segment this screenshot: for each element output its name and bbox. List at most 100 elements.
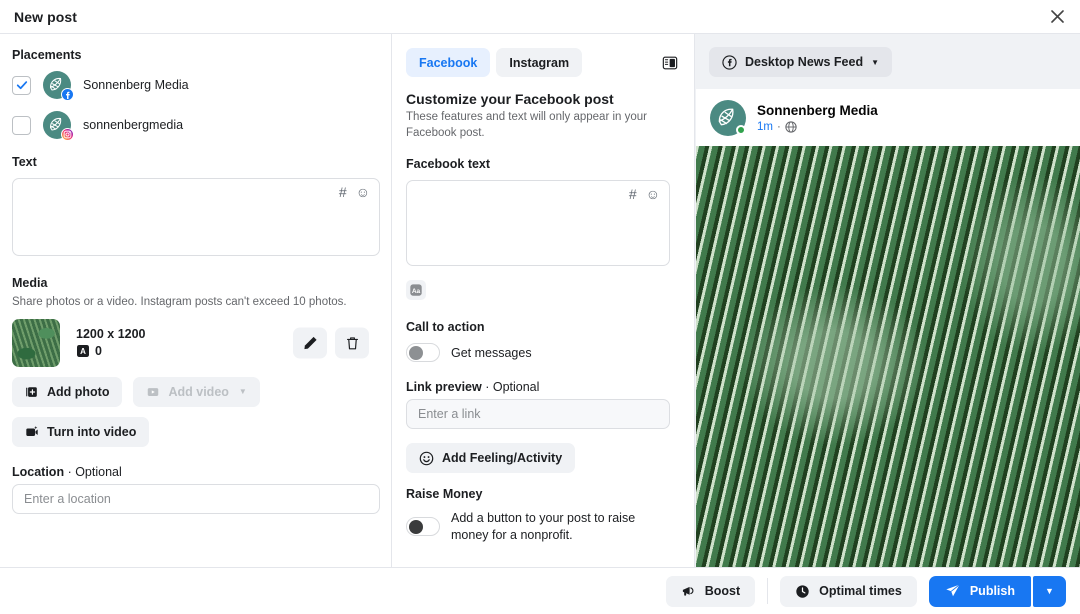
send-icon bbox=[946, 584, 960, 597]
placement-checkbox-instagram[interactable] bbox=[12, 115, 31, 135]
turn-into-video-row: Turn into video bbox=[12, 416, 379, 447]
preview-panel: Desktop News Feed ▼ Sonnenberg Media 1m … bbox=[695, 34, 1080, 567]
chevron-down-icon: ▼ bbox=[871, 57, 880, 67]
instagram-badge-icon bbox=[61, 128, 74, 141]
alt-count-value: 0 bbox=[95, 344, 102, 359]
preview-toolbar: Desktop News Feed ▼ bbox=[695, 34, 1080, 89]
platform-tabs: Facebook Instagram bbox=[406, 48, 680, 77]
hashtag-icon[interactable]: # bbox=[629, 187, 637, 201]
location-title-text: Location bbox=[12, 464, 65, 479]
online-status-dot bbox=[736, 125, 746, 135]
dialog-header: New post bbox=[0, 0, 1080, 34]
hashtag-icon[interactable]: # bbox=[339, 185, 347, 199]
composer-left-panel: Placements Sonnenberg Media sonnenbergme… bbox=[0, 34, 392, 567]
text-input-area[interactable]: # ☺ bbox=[12, 178, 380, 256]
add-video-button[interactable]: Add video ▼ bbox=[133, 376, 260, 407]
placement-checkbox-facebook[interactable] bbox=[12, 75, 31, 95]
publish-options-caret[interactable]: ▼ bbox=[1033, 575, 1066, 607]
tab-instagram[interactable]: Instagram bbox=[496, 48, 583, 77]
add-video-icon bbox=[148, 387, 159, 396]
fb-text-tools: # ☺ bbox=[629, 187, 660, 201]
avatar bbox=[43, 111, 74, 141]
media-thumbnail[interactable] bbox=[12, 318, 60, 367]
media-actions bbox=[293, 327, 369, 359]
cta-toggle-row: Get messages bbox=[406, 343, 680, 363]
preview-timestamp: 1m bbox=[757, 120, 773, 133]
raise-money-title: Raise Money bbox=[406, 487, 483, 502]
composer-mid-panel: Facebook Instagram Customize your Facebo… bbox=[392, 34, 695, 567]
check-icon bbox=[16, 81, 27, 90]
add-photo-button[interactable]: Add photo bbox=[12, 376, 123, 407]
media-description: Share photos or a video. Instagram posts… bbox=[12, 296, 347, 308]
footer-divider bbox=[767, 578, 769, 604]
preview-post-card: Sonnenberg Media 1m · bbox=[696, 89, 1080, 567]
facebook-text-input-area[interactable]: # ☺ bbox=[406, 180, 670, 267]
text-section-title: Text bbox=[12, 155, 37, 169]
trash-icon[interactable] bbox=[335, 327, 369, 359]
placement-row-instagram[interactable]: sonnenbergmedia bbox=[12, 111, 379, 141]
emoji-icon[interactable]: ☺ bbox=[356, 185, 370, 199]
close-icon[interactable] bbox=[1044, 4, 1070, 30]
edit-pencil-icon[interactable] bbox=[293, 327, 327, 359]
video-sparkle-icon bbox=[26, 425, 38, 436]
get-messages-toggle[interactable] bbox=[406, 343, 440, 363]
link-preview-input[interactable] bbox=[406, 399, 670, 430]
cta-title: Call to action bbox=[406, 320, 485, 335]
chevron-down-icon: ▼ bbox=[238, 387, 247, 397]
add-photo-label: Add photo bbox=[47, 384, 110, 399]
feeling-row: Add Feeling/Activity bbox=[406, 443, 680, 474]
facebook-text-title: Facebook text bbox=[406, 157, 491, 172]
customize-heading: Customize your Facebook post bbox=[406, 91, 614, 107]
media-buttons-row: Add photo Add video ▼ bbox=[12, 376, 379, 407]
turn-into-video-button[interactable]: Turn into video bbox=[12, 416, 150, 447]
link-preview-title: Link preview · Optional bbox=[406, 380, 680, 394]
preview-surface-selector[interactable]: Desktop News Feed ▼ bbox=[709, 47, 893, 77]
page-title: New post bbox=[14, 8, 78, 25]
smiley-icon bbox=[419, 451, 434, 465]
tab-facebook[interactable]: Facebook bbox=[406, 48, 491, 77]
preview-selector-label: Desktop News Feed bbox=[745, 55, 864, 69]
text-format-icon[interactable]: Aa bbox=[406, 280, 426, 301]
optimal-times-button[interactable]: Optimal times bbox=[780, 575, 917, 607]
chevron-down-icon: ▼ bbox=[1045, 586, 1054, 596]
facebook-badge-icon bbox=[61, 88, 74, 101]
media-dimensions: 1200 x 1200 bbox=[76, 327, 146, 342]
publish-button-group: Publish ▼ bbox=[928, 575, 1066, 607]
alt-text-icon: A bbox=[77, 345, 89, 358]
placement-row-facebook[interactable]: Sonnenberg Media bbox=[12, 71, 379, 101]
optimal-times-label: Optimal times bbox=[819, 584, 902, 598]
raise-money-toggle[interactable] bbox=[406, 517, 440, 537]
customize-description: These features and text will only appear… bbox=[406, 111, 647, 139]
add-feeling-activity-button[interactable]: Add Feeling/Activity bbox=[406, 443, 576, 474]
preview-account-name: Sonnenberg Media bbox=[757, 103, 878, 119]
globe-icon bbox=[785, 121, 797, 133]
avatar bbox=[43, 71, 74, 101]
boost-label: Boost bbox=[704, 584, 741, 598]
preview-post-meta: 1m · bbox=[757, 121, 878, 133]
media-item: 1200 x 1200 A 0 bbox=[12, 318, 379, 367]
placements-title: Placements bbox=[12, 48, 82, 62]
avatar bbox=[710, 100, 746, 136]
split-view-icon[interactable] bbox=[658, 51, 682, 75]
megaphone-icon bbox=[682, 586, 694, 596]
media-alt-text-count: A 0 bbox=[76, 344, 146, 358]
new-post-dialog: New post Placements Sonnenberg Media son… bbox=[0, 0, 1080, 614]
publish-label: Publish bbox=[969, 584, 1015, 598]
boost-button[interactable]: Boost bbox=[665, 575, 756, 607]
clock-icon bbox=[796, 584, 809, 598]
location-optional-text: · Optional bbox=[67, 464, 122, 479]
dialog-body: Placements Sonnenberg Media sonnenbergme… bbox=[0, 34, 1080, 567]
emoji-icon[interactable]: ☺ bbox=[646, 187, 660, 201]
add-photo-icon bbox=[26, 386, 37, 397]
placement-label: sonnenbergmedia bbox=[83, 118, 184, 132]
location-section-title: Location · Optional bbox=[12, 465, 379, 479]
add-video-label: Add video bbox=[168, 384, 229, 399]
dialog-footer: Boost Optimal times Publish ▼ bbox=[0, 567, 1080, 614]
turn-into-video-label: Turn into video bbox=[47, 424, 137, 439]
publish-button[interactable]: Publish bbox=[928, 575, 1031, 607]
svg-text:A: A bbox=[80, 347, 86, 356]
meta-separator: · bbox=[776, 120, 781, 133]
location-input[interactable] bbox=[12, 483, 380, 514]
preview-post-image bbox=[696, 146, 1080, 567]
facebook-icon bbox=[722, 54, 737, 70]
